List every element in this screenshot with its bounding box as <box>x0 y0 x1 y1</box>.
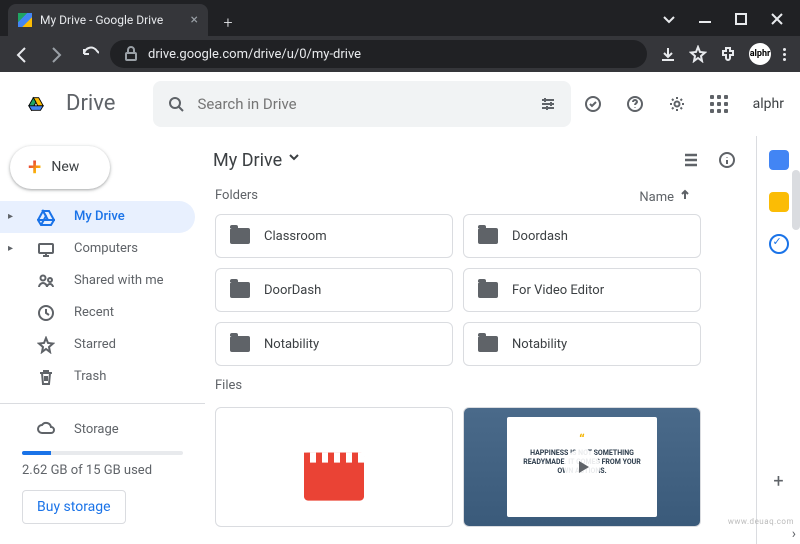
browser-titlebar: My Drive - Google Drive × + <box>0 0 800 36</box>
video-icon <box>304 453 364 501</box>
search-icon <box>167 95 185 113</box>
address-bar: drive.google.com/drive/u/0/my-drive alph… <box>0 36 800 72</box>
settings-icon[interactable] <box>665 92 689 116</box>
maximize-icon[interactable] <box>732 10 750 28</box>
main-content: My Drive Folders Name Classroom Doordash… <box>205 136 756 544</box>
profile-avatar[interactable]: alphr <box>749 43 771 65</box>
files-section-label: Files <box>205 370 756 401</box>
google-apps-icon[interactable] <box>707 92 731 116</box>
sidebar-item-my-drive[interactable]: ▸ My Drive <box>0 201 195 233</box>
folder-icon <box>478 336 498 352</box>
folder-icon <box>478 282 498 298</box>
star-icon <box>34 333 58 357</box>
play-icon[interactable] <box>564 449 600 485</box>
url-field[interactable]: drive.google.com/drive/u/0/my-drive <box>110 40 647 68</box>
sidebar-item-storage[interactable]: Storage <box>0 413 195 445</box>
watermark: www.deuaq.com <box>728 517 794 526</box>
install-icon[interactable] <box>659 45 677 63</box>
expand-icon[interactable]: ▸ <box>8 243 18 254</box>
keep-icon[interactable] <box>769 192 789 212</box>
expand-icon[interactable]: ▸ <box>8 211 18 222</box>
lock-icon <box>122 45 140 63</box>
tasks-icon[interactable] <box>769 234 789 254</box>
recent-icon <box>34 301 58 325</box>
folder-item[interactable]: Notability <box>215 322 453 366</box>
column-header: Folders Name <box>205 184 756 210</box>
new-label: New <box>51 159 79 175</box>
reload-button[interactable] <box>76 40 104 68</box>
help-icon[interactable] <box>623 92 647 116</box>
sidebar-item-recent[interactable]: Recent <box>0 297 195 329</box>
back-button[interactable] <box>8 40 36 68</box>
sidebar: + New ▸ My Drive ▸ Computers Shared with… <box>0 136 205 544</box>
plus-icon: + <box>28 153 41 181</box>
file-item[interactable] <box>215 407 453 527</box>
folder-item[interactable]: Classroom <box>215 214 453 258</box>
browser-menu-icon[interactable] <box>783 48 786 61</box>
folder-icon <box>230 336 250 352</box>
ready-offline-icon[interactable] <box>581 92 605 116</box>
app-header: Drive alphr <box>0 72 800 136</box>
account-label[interactable]: alphr <box>749 96 784 112</box>
close-tab-icon[interactable]: × <box>191 12 198 28</box>
new-tab-button[interactable]: + <box>214 8 242 36</box>
side-panel-toggle[interactable]: › <box>792 526 796 542</box>
minimize-icon[interactable] <box>696 10 714 28</box>
list-view-icon[interactable] <box>682 151 700 169</box>
cloud-icon <box>34 417 58 441</box>
folder-item[interactable]: DoorDash <box>215 268 453 312</box>
add-addon-icon[interactable]: + <box>773 471 783 492</box>
storage-bar <box>22 451 183 455</box>
file-item[interactable]: “ HAPPINESS IS NOT SOMETHING READYMADE. … <box>463 407 701 527</box>
breadcrumb[interactable]: My Drive <box>213 150 306 171</box>
close-window-icon[interactable] <box>768 10 786 28</box>
drive-icon <box>34 205 58 229</box>
drive-logo-icon[interactable] <box>16 84 56 124</box>
storage-text: 2.62 GB of 15 GB used <box>0 461 205 480</box>
tab-title: My Drive - Google Drive <box>40 13 183 27</box>
sort-by-name[interactable]: Name <box>639 188 696 206</box>
computers-icon <box>34 237 58 261</box>
new-button[interactable]: + New <box>10 146 110 189</box>
folder-item[interactable]: Notability <box>463 322 701 366</box>
sidebar-item-computers[interactable]: ▸ Computers <box>0 233 195 265</box>
sidebar-item-shared[interactable]: Shared with me <box>0 265 195 297</box>
folders-section-label: Folders <box>215 188 258 206</box>
folder-icon <box>478 228 498 244</box>
shared-icon <box>34 269 58 293</box>
bookmark-icon[interactable] <box>689 45 707 63</box>
sidebar-item-trash[interactable]: Trash <box>0 361 195 393</box>
folder-item[interactable]: For Video Editor <box>463 268 701 312</box>
search-input[interactable] <box>197 95 526 113</box>
buy-storage-button[interactable]: Buy storage <box>22 490 126 524</box>
info-icon[interactable] <box>718 151 736 169</box>
url-text: drive.google.com/drive/u/0/my-drive <box>148 47 361 62</box>
calendar-icon[interactable] <box>769 150 789 170</box>
drive-favicon <box>18 13 32 27</box>
chevron-down-icon[interactable] <box>660 10 678 28</box>
forward-button[interactable] <box>42 40 70 68</box>
trash-icon <box>34 365 58 389</box>
chevron-down-icon <box>288 151 306 169</box>
search-box[interactable] <box>153 81 570 127</box>
sidebar-item-starred[interactable]: Starred <box>0 329 195 361</box>
product-name: Drive <box>66 91 115 116</box>
browser-tab[interactable]: My Drive - Google Drive × <box>8 4 208 36</box>
window-controls <box>660 10 800 36</box>
folder-icon <box>230 228 250 244</box>
folder-icon <box>230 282 250 298</box>
search-options-icon[interactable] <box>539 95 557 113</box>
extensions-icon[interactable] <box>719 45 737 63</box>
folder-item[interactable]: Doordash <box>463 214 701 258</box>
